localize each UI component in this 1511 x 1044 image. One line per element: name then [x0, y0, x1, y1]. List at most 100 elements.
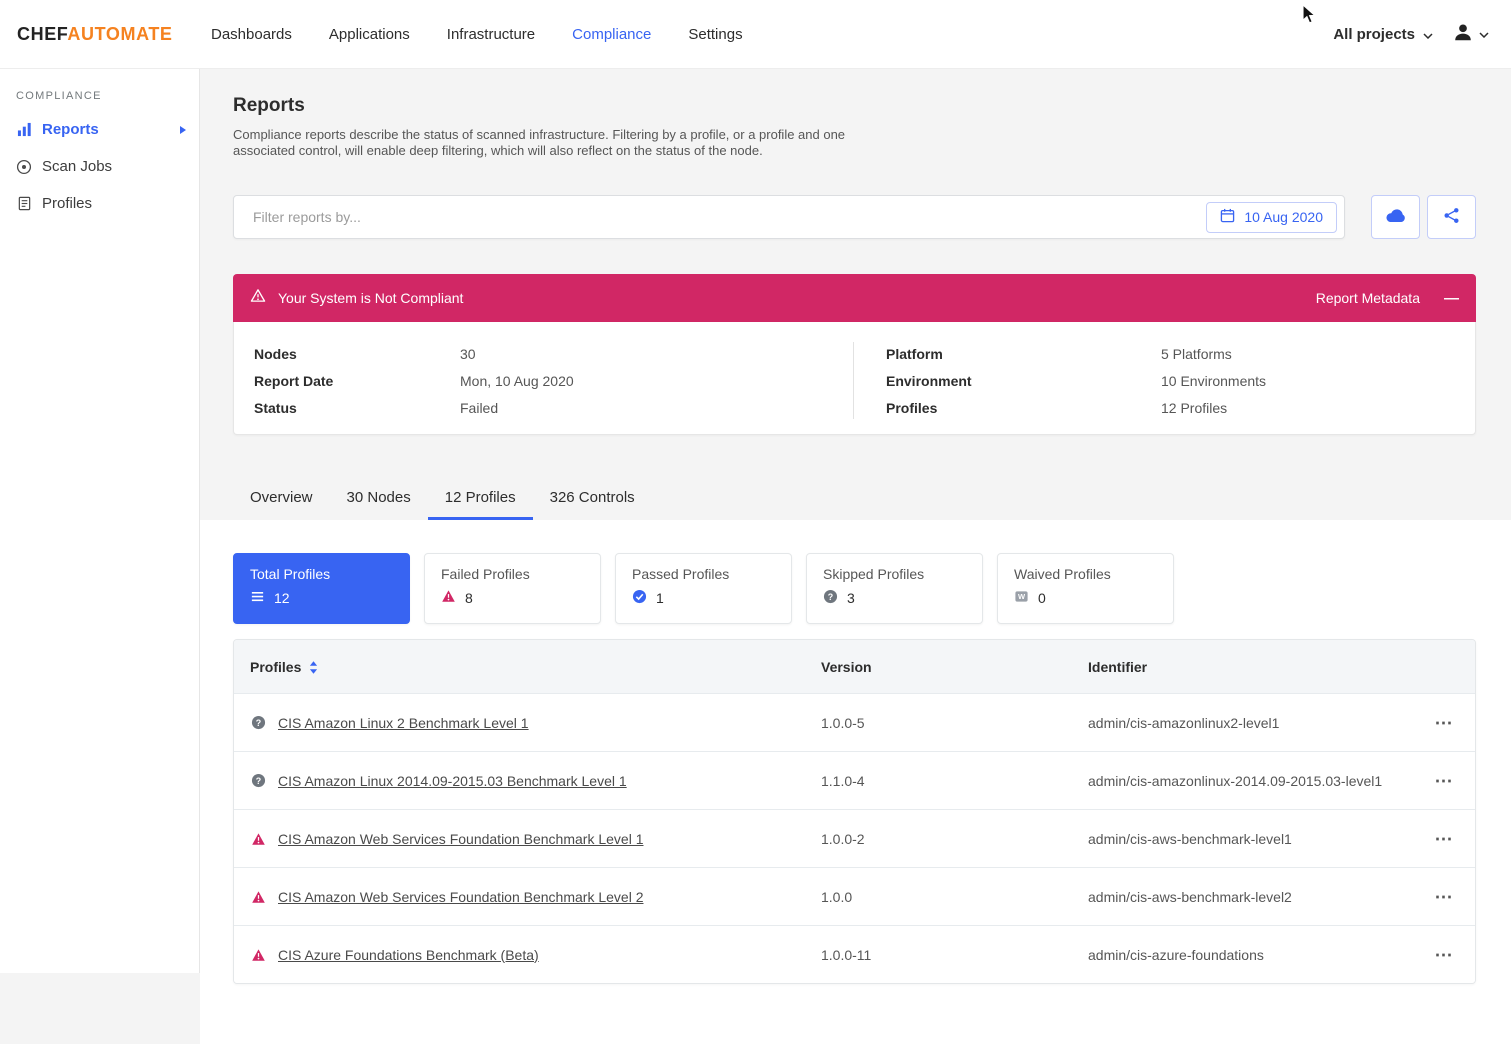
svg-text:?: ?	[828, 592, 833, 602]
failed-triangle-icon	[250, 947, 266, 963]
svg-text:?: ?	[255, 776, 260, 786]
sidebar-item-scan-jobs[interactable]: Scan Jobs	[0, 148, 199, 185]
tab-controls[interactable]: 326 Controls	[533, 480, 652, 520]
table-row: ? CIS Amazon Linux 2014.09-2015.03 Bench…	[234, 751, 1475, 809]
tab-overview[interactable]: Overview	[233, 480, 330, 520]
page-title: Reports	[233, 69, 1476, 117]
main-nav: Dashboards Applications Infrastructure C…	[211, 26, 780, 43]
card-value: 12	[274, 590, 290, 606]
table-row: CIS Amazon Web Services Foundation Bench…	[234, 867, 1475, 925]
report-metadata-label: Report Metadata	[1316, 290, 1420, 306]
sidebar: COMPLIANCE Reports Scan Jobs Profiles	[0, 69, 200, 973]
user-avatar-icon	[1452, 21, 1474, 48]
profile-version: 1.0.0-5	[821, 715, 1088, 731]
passed-check-icon	[632, 589, 647, 607]
share-icon	[1443, 207, 1460, 227]
meta-label: Platform	[886, 346, 1161, 362]
meta-row-environment: Environment 10 Environments	[886, 367, 1475, 394]
profile-identifier: admin/cis-aws-benchmark-level2	[1088, 889, 1413, 905]
tab-nodes[interactable]: 30 Nodes	[330, 480, 428, 520]
main-content: Reports Compliance reports describe the …	[200, 0, 1511, 1044]
nav-compliance[interactable]: Compliance	[572, 26, 651, 43]
meta-value: 5 Platforms	[1161, 346, 1232, 362]
meta-value: 30	[460, 346, 476, 362]
table-row: ? CIS Amazon Linux 2 Benchmark Level 1 1…	[234, 693, 1475, 751]
meta-row-status: Status Failed	[254, 394, 853, 421]
profile-version: 1.1.0-4	[821, 773, 1088, 789]
banner-title: Your System is Not Compliant	[278, 290, 463, 306]
card-label: Total Profiles	[250, 566, 393, 582]
top-navigation-bar: CHEFAUTOMATE Dashboards Applications Inf…	[0, 0, 1511, 69]
download-report-button[interactable]	[1371, 195, 1420, 239]
profile-version: 1.0.0-2	[821, 831, 1088, 847]
scan-radar-icon	[16, 159, 32, 175]
chevron-down-icon	[1423, 26, 1433, 43]
column-label: Profiles	[250, 659, 301, 675]
collapse-metadata-icon[interactable]: —	[1444, 291, 1459, 306]
filter-row: 10 Aug 2020	[233, 195, 1476, 239]
row-menu-button[interactable]: ⋯	[1435, 771, 1454, 791]
tab-profiles[interactable]: 12 Profiles	[428, 480, 533, 520]
nav-infrastructure[interactable]: Infrastructure	[447, 26, 535, 43]
date-picker-label: 10 Aug 2020	[1244, 209, 1323, 225]
profiles-table: Profiles Version Identifier ? CIS Amazon…	[233, 639, 1476, 984]
projects-selector[interactable]: All projects	[1333, 26, 1433, 43]
card-label: Skipped Profiles	[823, 566, 966, 582]
table-row: CIS Amazon Web Services Foundation Bench…	[234, 809, 1475, 867]
date-picker-button[interactable]: 10 Aug 2020	[1206, 202, 1337, 233]
filter-input-container: 10 Aug 2020	[233, 195, 1345, 239]
calendar-icon	[1220, 208, 1235, 226]
filter-reports-input[interactable]	[234, 209, 1206, 225]
sidebar-item-profiles[interactable]: Profiles	[0, 185, 199, 222]
meta-label: Status	[254, 400, 460, 416]
card-value: 0	[1038, 590, 1046, 606]
nav-applications[interactable]: Applications	[329, 26, 410, 43]
report-tabs: Overview 30 Nodes 12 Profiles 326 Contro…	[233, 480, 1476, 520]
profile-link[interactable]: CIS Amazon Linux 2 Benchmark Level 1	[278, 715, 529, 731]
card-skipped-profiles[interactable]: Skipped Profiles ? 3	[806, 553, 983, 624]
profile-link[interactable]: CIS Amazon Web Services Foundation Bench…	[278, 889, 643, 905]
profile-identifier: admin/cis-azure-foundations	[1088, 947, 1413, 963]
sort-icon[interactable]	[309, 660, 318, 675]
profile-metric-cards: Total Profiles 12 Failed Profiles 8	[233, 553, 1476, 624]
row-menu-button[interactable]: ⋯	[1435, 713, 1454, 733]
card-total-profiles[interactable]: Total Profiles 12	[233, 553, 410, 624]
profile-link[interactable]: CIS Amazon Web Services Foundation Bench…	[278, 831, 643, 847]
card-passed-profiles[interactable]: Passed Profiles 1	[615, 553, 792, 624]
column-header-version: Version	[821, 659, 1088, 675]
bar-chart-icon	[16, 122, 32, 138]
meta-value: Mon, 10 Aug 2020	[460, 373, 574, 389]
row-menu-button[interactable]: ⋯	[1435, 887, 1454, 907]
sidebar-item-label: Scan Jobs	[42, 158, 112, 175]
sidebar-section-label: COMPLIANCE	[0, 69, 199, 111]
projects-selector-label: All projects	[1333, 26, 1415, 43]
card-failed-profiles[interactable]: Failed Profiles 8	[424, 553, 601, 624]
sidebar-item-label: Profiles	[42, 195, 92, 212]
profile-link[interactable]: CIS Amazon Linux 2014.09-2015.03 Benchma…	[278, 773, 627, 789]
table-row: CIS Azure Foundations Benchmark (Beta) 1…	[234, 925, 1475, 983]
expand-arrow-icon[interactable]	[180, 126, 186, 134]
row-menu-button[interactable]: ⋯	[1435, 945, 1454, 965]
card-label: Waived Profiles	[1014, 566, 1157, 582]
card-waived-profiles[interactable]: Waived Profiles W 0	[997, 553, 1174, 624]
card-label: Failed Profiles	[441, 566, 584, 582]
nav-dashboards[interactable]: Dashboards	[211, 26, 292, 43]
chevron-down-icon	[1479, 25, 1489, 43]
column-header-profiles[interactable]: Profiles	[234, 658, 821, 675]
topnav-right-controls: All projects	[1333, 21, 1511, 48]
profile-identifier: admin/cis-amazonlinux2-level1	[1088, 715, 1413, 731]
meta-label: Environment	[886, 373, 1161, 389]
share-report-button[interactable]	[1427, 195, 1476, 239]
profile-link[interactable]: CIS Azure Foundations Benchmark (Beta)	[278, 947, 539, 963]
skipped-question-icon: ?	[250, 773, 266, 789]
chef-automate-logo[interactable]: CHEFAUTOMATE	[0, 24, 200, 45]
profile-version: 1.0.0-11	[821, 947, 1088, 963]
row-menu-button[interactable]: ⋯	[1435, 829, 1454, 849]
meta-value: Failed	[460, 400, 498, 416]
profile-identifier: admin/cis-amazonlinux-2014.09-2015.03-le…	[1088, 773, 1413, 789]
svg-text:W: W	[1018, 592, 1026, 601]
nav-settings[interactable]: Settings	[688, 26, 742, 43]
card-value: 8	[465, 590, 473, 606]
sidebar-item-reports[interactable]: Reports	[0, 111, 199, 148]
user-menu[interactable]	[1452, 21, 1489, 48]
